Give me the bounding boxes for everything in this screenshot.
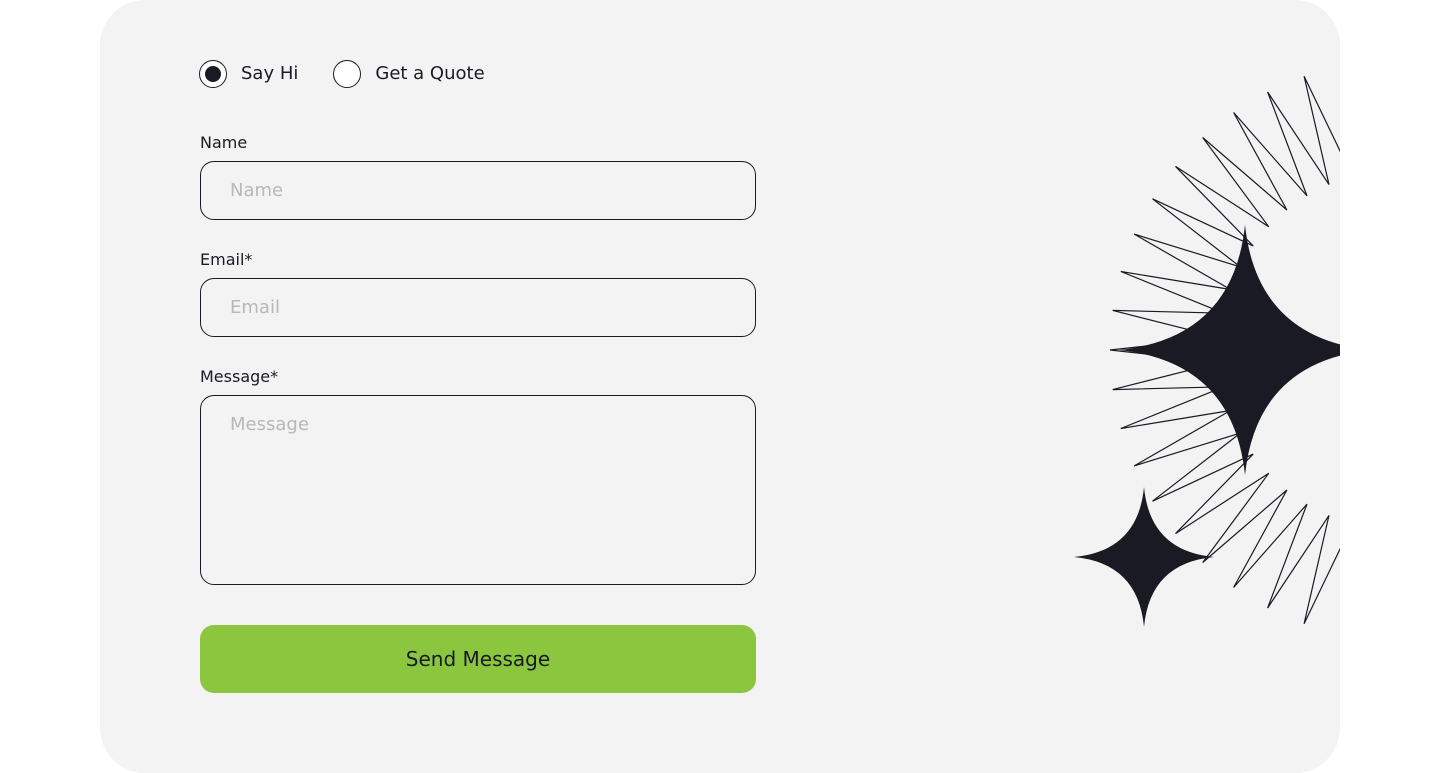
- radio-get-a-quote-circle[interactable]: [333, 60, 362, 88]
- small-star-icon: [1074, 487, 1214, 627]
- name-label: Name: [200, 133, 248, 152]
- radio-say-hi[interactable]: Say Hi: [199, 58, 298, 90]
- send-message-button[interactable]: Send Message: [200, 625, 756, 693]
- large-star-icon: [1119, 225, 1340, 475]
- radio-selected-dot: [205, 66, 221, 82]
- radio-get-a-quote-label: Get a Quote: [375, 63, 485, 84]
- radio-say-hi-label: Say Hi: [241, 63, 299, 84]
- contact-type-radio-group: Say Hi Get a Quote: [199, 58, 520, 90]
- email-input[interactable]: [200, 278, 756, 337]
- email-label: Email*: [200, 250, 253, 269]
- radio-get-a-quote[interactable]: Get a Quote: [333, 58, 485, 90]
- starburst-illustration: [1074, 76, 1340, 627]
- name-input[interactable]: [200, 161, 756, 220]
- radio-say-hi-circle[interactable]: [199, 60, 227, 88]
- contact-form-card: Say Hi Get a Quote Name Email* Message* …: [100, 0, 1340, 773]
- message-textarea[interactable]: [200, 395, 756, 585]
- message-label: Message*: [200, 367, 279, 386]
